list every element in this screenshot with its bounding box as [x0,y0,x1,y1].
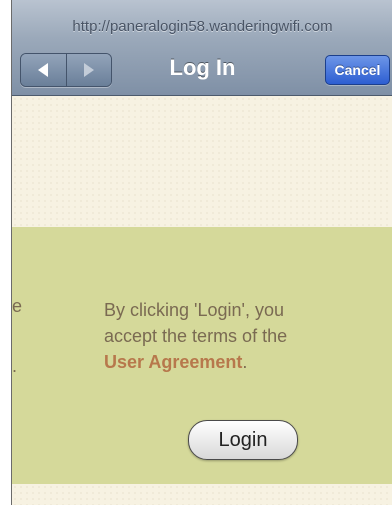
navigation-bar: http://paneralogin58.wanderingwifi.com L… [12,0,392,96]
clipped-text-fragment: . [12,356,18,376]
web-view: http://paneralogin58.wanderingwifi.com L… [11,0,392,505]
back-arrow-icon [38,63,49,77]
clipped-text-fragment: e [12,296,23,316]
url-label: http://paneralogin58.wanderingwifi.com [72,18,333,35]
forward-arrow-icon [83,63,94,77]
terms-text: By clicking 'Login', you accept the term… [104,297,354,375]
back-button[interactable] [21,54,66,86]
terms-line: By clicking 'Login', you [104,300,284,320]
terms-line: accept the terms of the [104,326,288,346]
login-button[interactable]: Login [188,420,298,460]
history-segmented-control [20,53,112,87]
page-header-area [12,96,392,227]
cancel-button[interactable]: Cancel [325,55,390,85]
terms-line: User Agreement. [104,349,354,375]
page-footer-area [12,484,392,505]
forward-button[interactable] [65,54,111,86]
user-agreement-link[interactable]: User Agreement [104,352,242,372]
terms-period: . [242,352,248,372]
